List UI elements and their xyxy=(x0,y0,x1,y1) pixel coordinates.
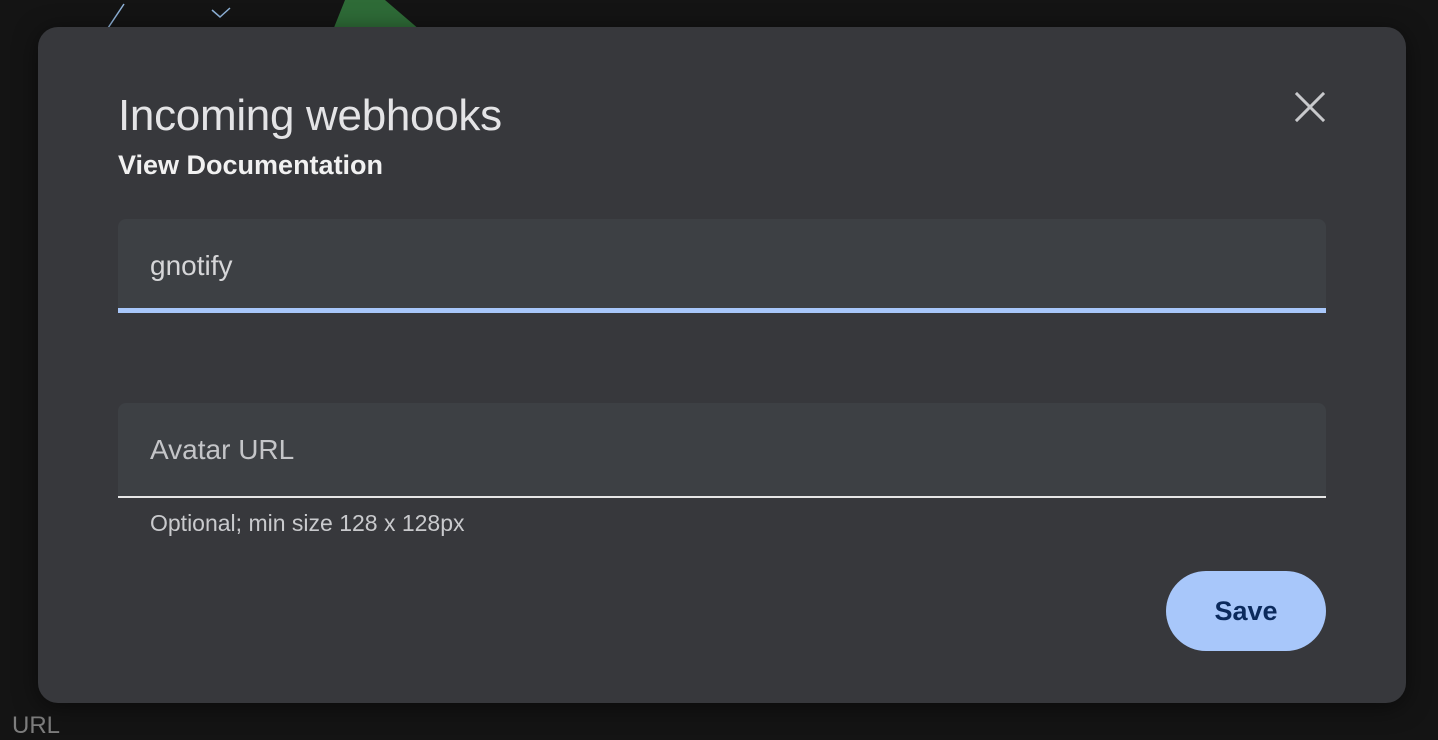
webhook-name-value: gnotify xyxy=(150,250,233,281)
close-icon xyxy=(1294,91,1326,123)
close-button[interactable] xyxy=(1288,85,1332,129)
background-illustration xyxy=(107,3,231,29)
avatar-url-helper-text: Optional; min size 128 x 128px xyxy=(150,510,465,536)
dialog-title: Incoming webhooks xyxy=(118,91,502,140)
background-green-shape xyxy=(333,0,420,30)
save-button[interactable]: Save xyxy=(1166,571,1326,651)
webhook-name-input[interactable]: gnotify xyxy=(118,219,1326,313)
incoming-webhooks-dialog: Incoming webhooks View Documentation gno… xyxy=(38,27,1406,703)
avatar-url-input[interactable]: Avatar URL xyxy=(118,403,1326,498)
view-documentation-link[interactable]: View Documentation xyxy=(118,150,383,181)
avatar-url-placeholder: Avatar URL xyxy=(150,434,295,465)
